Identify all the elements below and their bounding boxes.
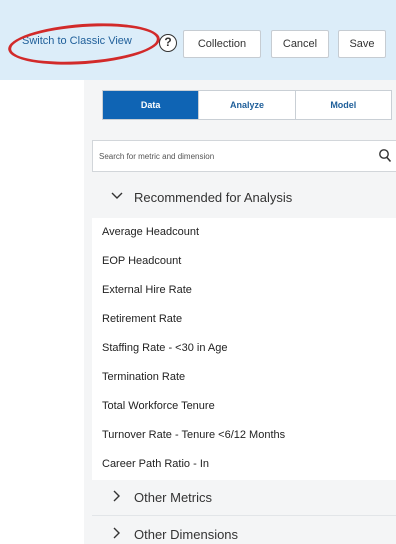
- chevron-right-icon: [113, 490, 120, 502]
- data-panel: Data Analyze Model Recommended for Analy…: [84, 80, 396, 544]
- search-icon[interactable]: [378, 148, 392, 164]
- top-toolbar: Switch to Classic View ? Collection Canc…: [0, 0, 396, 80]
- switch-to-classic-view-link[interactable]: Switch to Classic View: [22, 35, 132, 47]
- tab-model[interactable]: Model: [294, 91, 391, 119]
- tab-analyze[interactable]: Analyze: [198, 91, 294, 119]
- list-item[interactable]: External Hire Rate: [92, 276, 396, 305]
- section-other-dimensions-header[interactable]: Other Dimensions: [92, 517, 396, 544]
- list-item[interactable]: Average Headcount: [92, 218, 396, 247]
- list-item[interactable]: Career Path Ratio - In: [92, 450, 396, 479]
- cancel-button[interactable]: Cancel: [271, 30, 329, 58]
- chevron-down-icon: [111, 192, 123, 199]
- list-item[interactable]: Turnover Rate - Tenure <6/12 Months: [92, 421, 396, 450]
- list-item[interactable]: Termination Rate: [92, 363, 396, 392]
- search-box: [92, 140, 396, 172]
- search-input[interactable]: [93, 141, 373, 171]
- list-item[interactable]: Total Workforce Tenure: [92, 392, 396, 421]
- section-recommended-header[interactable]: Recommended for Analysis: [92, 180, 396, 216]
- list-item[interactable]: Staffing Rate - <30 in Age: [92, 334, 396, 363]
- section-label: Recommended for Analysis: [134, 190, 293, 205]
- save-button[interactable]: Save: [338, 30, 386, 58]
- recommended-metric-list: Average Headcount EOP Headcount External…: [92, 218, 396, 480]
- panel-tabs: Data Analyze Model: [102, 90, 392, 120]
- collection-button[interactable]: Collection: [183, 30, 261, 58]
- list-item[interactable]: Retirement Rate: [92, 305, 396, 334]
- left-gutter: [0, 80, 84, 544]
- tab-data[interactable]: Data: [103, 91, 199, 119]
- help-icon[interactable]: ?: [159, 34, 177, 52]
- section-label: Other Dimensions: [134, 527, 239, 542]
- chevron-right-icon: [113, 527, 120, 539]
- section-label: Other Metrics: [134, 490, 213, 505]
- section-other-metrics-header[interactable]: Other Metrics: [92, 480, 396, 516]
- list-item[interactable]: EOP Headcount: [92, 247, 396, 276]
